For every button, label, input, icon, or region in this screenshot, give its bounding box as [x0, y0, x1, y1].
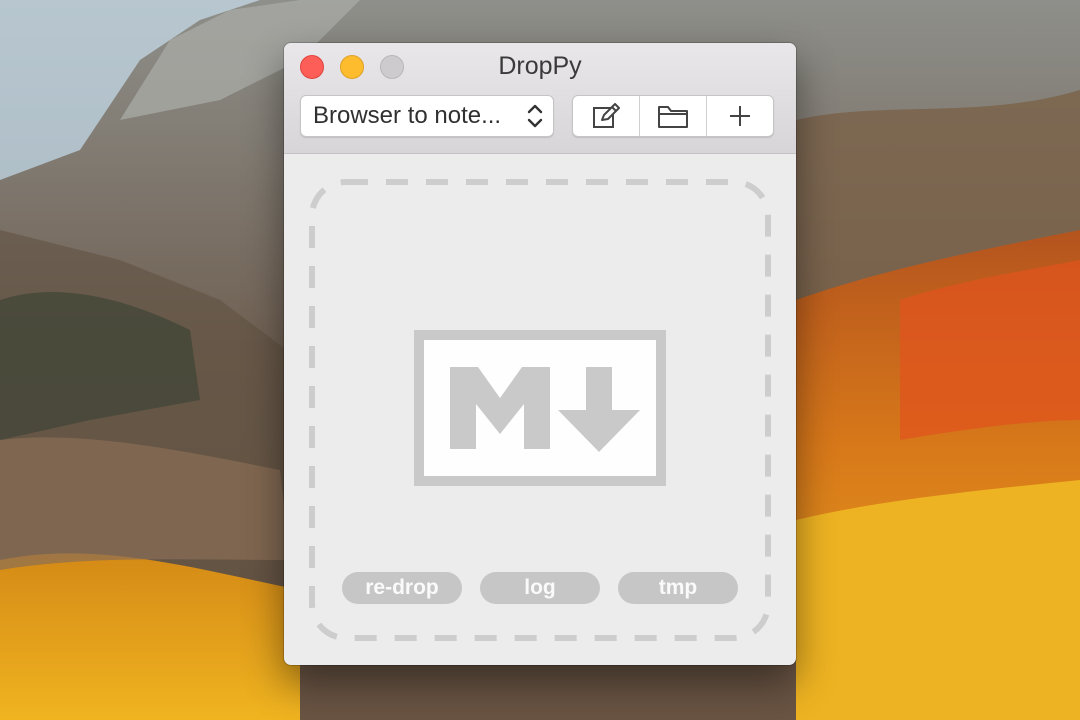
plus-icon — [730, 106, 750, 126]
workflow-select[interactable]: Browser to note... — [300, 95, 554, 137]
log-button[interactable]: log — [480, 572, 600, 604]
window-title: DropPy — [498, 52, 582, 80]
edit-workflow-button[interactable] — [573, 96, 640, 136]
re-drop-button[interactable]: re-drop — [342, 572, 462, 604]
folder-icon — [658, 106, 688, 128]
workflow-select-label: Browser to note... — [313, 102, 502, 129]
droppy-window: DropPy Browser to note... re-drop log tm… — [284, 43, 796, 665]
add-workflow-button[interactable] — [707, 96, 773, 136]
up-down-chevron-icon — [527, 104, 543, 128]
markdown-logo-icon — [414, 330, 666, 486]
tmp-button[interactable]: tmp — [618, 572, 738, 604]
edit-icon — [593, 103, 620, 128]
title-bar: DropPy Browser to note... — [284, 43, 796, 154]
drop-area: re-drop log tmp — [284, 154, 796, 665]
toolbar-button-group — [572, 95, 774, 137]
open-folder-button[interactable] — [640, 96, 707, 136]
